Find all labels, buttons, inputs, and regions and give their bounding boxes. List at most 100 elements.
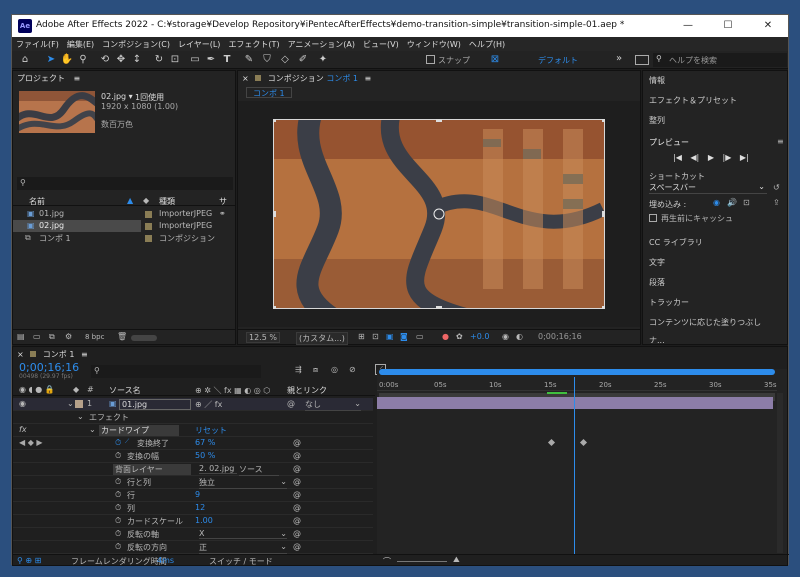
zoom-slider[interactable] <box>397 561 447 562</box>
snapshot-icon[interactable]: ◉ <box>502 332 509 341</box>
paragraph-header[interactable]: 段落 <box>649 277 665 288</box>
pen-tool-icon[interactable]: ✒ <box>204 53 218 67</box>
timeline-search-input[interactable]: ⚲ <box>91 365 261 378</box>
rotate-tool-icon[interactable]: ↻ <box>152 53 166 67</box>
close-icon[interactable]: × <box>242 74 249 83</box>
playhead[interactable] <box>574 377 576 554</box>
stopwatch-icon[interactable]: ⏱ <box>115 438 121 448</box>
exposure-value[interactable]: +0.0 <box>470 332 489 341</box>
region-icon[interactable]: ▭ <box>416 332 424 341</box>
help-search-input[interactable]: ⚲ ヘルプを検索 <box>653 53 787 67</box>
property-row[interactable]: ⏱ 変換の幅 50 % @ <box>13 450 373 463</box>
orbit-tool-icon[interactable]: ⟲ <box>98 53 112 67</box>
trash-icon[interactable]: 🗑 <box>117 332 127 341</box>
expression-pickwhip-icon[interactable]: @ <box>293 451 301 460</box>
last-frame-button[interactable]: ▶| <box>740 153 749 162</box>
project-item[interactable]: ▣ 01.jpg ImporterJPEG ⚭ <box>13 208 235 220</box>
twirl-icon[interactable]: ⌄ <box>77 412 84 421</box>
column-type[interactable]: 種類 <box>159 196 175 207</box>
layer-switches[interactable]: ⊕ ／ fx <box>195 399 222 410</box>
grid-icon[interactable]: ⊡ <box>372 332 379 341</box>
roto-brush-icon[interactable]: ✐ <box>296 53 310 67</box>
project-settings-icon[interactable]: ⚙ <box>65 332 72 341</box>
rectangle-tool-icon[interactable]: ▭ <box>188 53 202 67</box>
menu-window[interactable]: ウィンドウ(W) <box>403 37 465 50</box>
work-area-bar[interactable] <box>379 369 775 375</box>
expression-pickwhip-icon[interactable]: @ <box>293 503 301 512</box>
expression-pickwhip-icon[interactable]: @ <box>293 542 301 551</box>
zoom-dropdown[interactable]: 12.5 % <box>246 332 280 343</box>
hand-tool-icon[interactable]: ✋ <box>60 53 74 67</box>
property-dropdown[interactable]: 独立 ⌄ <box>199 477 287 489</box>
new-composition-icon[interactable]: ⧉ <box>49 332 55 342</box>
comp-timecode[interactable]: 0;00;16;16 <box>538 332 582 341</box>
property-row[interactable]: ⏱ 反転の軸 X ⌄ @ <box>13 528 373 541</box>
expression-pickwhip-icon[interactable]: @ <box>293 477 301 486</box>
comp-panel-tab[interactable]: × コンポジション コンポ 1 ≡ <box>242 73 371 84</box>
workspace-more[interactable]: » <box>616 53 622 64</box>
stopwatch-icon[interactable]: ⏱ <box>115 542 121 552</box>
parent-column[interactable]: 親とリンク <box>287 385 327 396</box>
property-dropdown[interactable]: X ⌄ <box>199 529 287 539</box>
property-row[interactable]: 背面レイヤー 2. 02.jpg ソース @ <box>13 463 373 476</box>
menu-animation[interactable]: アニメーション(A) <box>284 37 359 50</box>
property-dropdown-extra[interactable]: ソース <box>239 464 279 476</box>
workspace-default[interactable]: デフォルト <box>538 55 578 66</box>
maximize-button[interactable]: ☐ <box>708 15 748 37</box>
anchor-tool-icon[interactable]: ⊡ <box>168 53 182 67</box>
project-panel-title[interactable]: プロジェクト ≡ <box>17 73 80 84</box>
audio-toggle-icon[interactable]: 🔊 <box>727 198 737 207</box>
label-icon[interactable]: ◆ <box>73 385 79 394</box>
next-frame-button[interactable]: |▶ <box>723 153 732 162</box>
project-item[interactable]: ⧉ コンポ 1 コンポジション <box>13 232 235 244</box>
comp-viewer[interactable] <box>238 101 640 327</box>
menu-composition[interactable]: コンポジション(C) <box>98 37 174 50</box>
color-channel-icon[interactable]: ● <box>442 332 449 341</box>
tracker-header[interactable]: トラッカー <box>649 297 689 308</box>
project-flow-icon[interactable]: ⚭ <box>219 209 226 218</box>
lock-icon[interactable] <box>255 75 262 81</box>
parent-dropdown[interactable]: なし ⌄ <box>305 399 361 411</box>
switches-column-icons[interactable]: ⊕ ✲ ＼ fx ▦ ◐ ◎ ⬡ <box>195 385 270 396</box>
workspace-edit-icon[interactable] <box>635 55 649 65</box>
number-column[interactable]: # <box>87 385 94 394</box>
property-row[interactable]: ◀ ◆ ▶ ⏱ ⟋ 変換終了 67 % @ <box>13 437 373 450</box>
twirl-icon[interactable]: ⌄ <box>89 425 96 434</box>
content-aware-fill-header[interactable]: コンテンツに応じた塗りつぶし <box>649 317 761 328</box>
effect-reset[interactable]: リセット <box>195 425 227 436</box>
comp-flowchart-tab[interactable]: コンポ 1 <box>246 87 292 98</box>
character-header[interactable]: 文字 <box>649 257 665 268</box>
menu-edit[interactable]: 編集(E) <box>63 37 98 50</box>
comp-mini-flowchart-icon[interactable]: ⇶ <box>295 365 302 374</box>
first-frame-button[interactable]: |◀ <box>673 153 682 162</box>
cc-libraries-header[interactable]: CC ライブラリ <box>649 237 703 248</box>
property-row[interactable]: ⏱ 反転の方向 正 ⌄ @ <box>13 541 373 554</box>
show-snapshot-icon[interactable]: ◐ <box>516 332 523 341</box>
effect-name[interactable]: カードワイプ <box>99 425 179 436</box>
reset-icon[interactable]: ↺ <box>773 183 780 192</box>
property-dropdown[interactable]: 2. 02.jpg <box>199 464 237 474</box>
property-value[interactable]: 67 % <box>195 438 215 447</box>
property-row[interactable]: ⏱ 列 12 @ <box>13 502 373 515</box>
menu-help[interactable]: ヘルプ(H) <box>465 37 509 50</box>
transparency-icon[interactable]: ▣ <box>386 332 394 341</box>
next-panel-header[interactable]: ナ... <box>649 335 665 343</box>
property-row[interactable]: ⏱ カードスケール 1.00 @ <box>13 515 373 528</box>
stopwatch-icon[interactable]: ⏱ <box>115 490 121 500</box>
label-column-icon[interactable]: ◆ <box>143 196 149 205</box>
zoom-tool-icon[interactable]: ⚲ <box>76 53 90 67</box>
menu-view[interactable]: ビュー(V) <box>359 37 403 50</box>
snap-options-icon[interactable]: ⊠ <box>488 53 502 67</box>
stopwatch-icon[interactable]: ⏱ <box>115 451 121 461</box>
shortcut-dropdown[interactable]: スペースバー ⌄ <box>649 182 767 194</box>
video-toggle-icon[interactable]: ◉ <box>713 198 720 207</box>
expression-pickwhip-icon[interactable]: @ <box>293 490 301 499</box>
project-search-input[interactable]: ⚲ <box>17 177 233 190</box>
effects-group-row[interactable]: ⌄ エフェクト <box>13 411 373 424</box>
time-ruler[interactable]: 0:00s 05s 10s 15s 20s 25s 30s 35s <box>377 377 777 391</box>
source-name-column[interactable]: ソース名 <box>109 385 141 396</box>
effects-presets-header[interactable]: エフェクト＆プリセット <box>649 95 737 106</box>
thumbnail-size-slider[interactable] <box>131 335 157 341</box>
timeline-graph[interactable]: 0:00s 05s 10s 15s 20s 25s 30s 35s <box>377 369 787 554</box>
zoom-out-icon[interactable]: ⌒ <box>383 556 391 567</box>
